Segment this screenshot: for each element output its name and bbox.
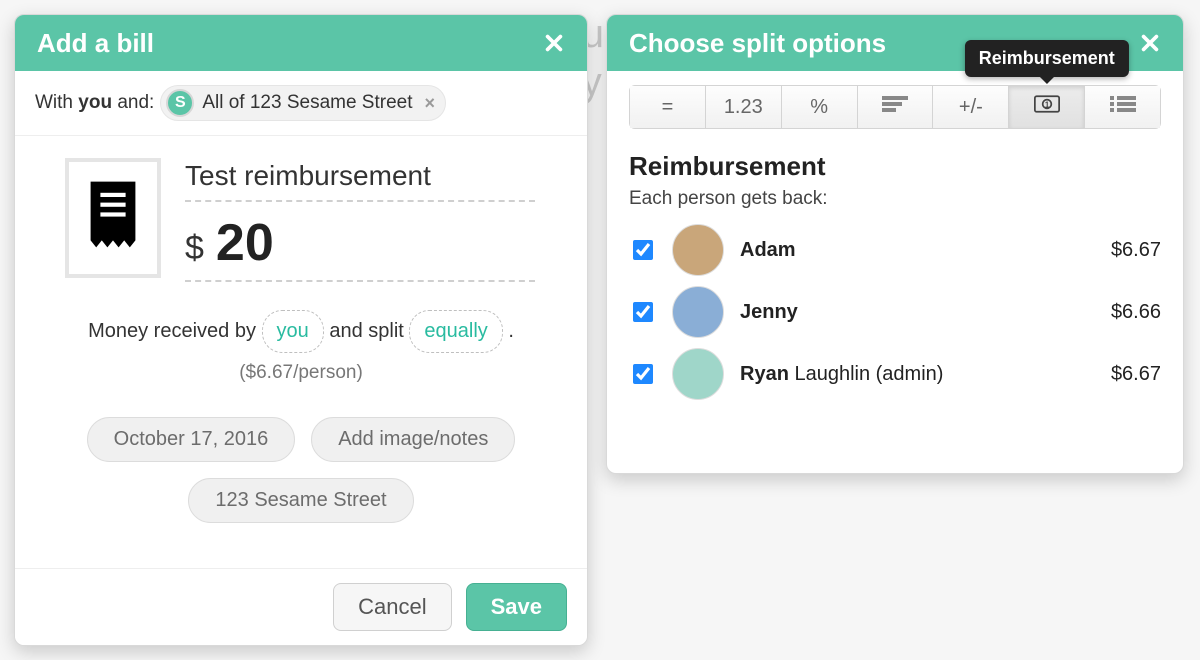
person-row: Jenny $6.66 bbox=[629, 286, 1161, 338]
with-row: With you and: S All of 123 Sesame Street… bbox=[15, 71, 587, 136]
group-chip-label: All of 123 Sesame Street bbox=[202, 92, 412, 114]
seg-tooltip: Reimbursement bbox=[965, 40, 1129, 77]
notes-button[interactable]: Add image/notes bbox=[311, 417, 515, 462]
date-button[interactable]: October 17, 2016 bbox=[87, 417, 296, 462]
person-amount: $6.66 bbox=[1111, 301, 1161, 324]
people-list: Adam $6.67 Jenny $6.66 Ryan Laughlin (admin)… bbox=[629, 224, 1161, 400]
category-icon[interactable] bbox=[65, 158, 161, 278]
amount-row: $ bbox=[185, 212, 535, 282]
person-name: Ryan Laughlin (admin) bbox=[740, 363, 1095, 386]
section-title: Reimbursement bbox=[629, 151, 1161, 182]
avatar bbox=[672, 348, 724, 400]
seg-equal[interactable]: = bbox=[630, 86, 706, 128]
bill-main: $ bbox=[15, 136, 587, 282]
currency-symbol: $ bbox=[185, 229, 204, 274]
close-icon[interactable] bbox=[539, 28, 569, 58]
avatar bbox=[672, 286, 724, 338]
avatar bbox=[672, 224, 724, 276]
split-method-button[interactable]: equally bbox=[409, 310, 502, 353]
shares-icon bbox=[882, 94, 908, 120]
person-name: Adam bbox=[740, 239, 1095, 262]
payer-button[interactable]: you bbox=[262, 310, 324, 353]
close-icon[interactable] bbox=[1135, 28, 1165, 58]
seg-adjust[interactable]: +/- bbox=[933, 86, 1009, 128]
split-options-dialog: Choose split options = 1.23 % +/- 1 Reim… bbox=[606, 14, 1184, 474]
person-checkbox[interactable] bbox=[633, 240, 653, 260]
per-person-label: ($6.67/person) bbox=[15, 355, 587, 391]
person-amount: $6.67 bbox=[1111, 363, 1161, 386]
group-button[interactable]: 123 Sesame Street bbox=[188, 478, 413, 523]
group-avatar-icon: S bbox=[166, 89, 194, 117]
person-row: Adam $6.67 bbox=[629, 224, 1161, 276]
remove-chip-icon[interactable]: × bbox=[421, 93, 436, 114]
description-input[interactable] bbox=[185, 158, 535, 202]
svg-text:1: 1 bbox=[1045, 100, 1050, 109]
person-checkbox[interactable] bbox=[633, 302, 653, 322]
add-bill-title: Add a bill bbox=[37, 28, 539, 59]
amount-input[interactable] bbox=[214, 212, 414, 274]
person-checkbox[interactable] bbox=[633, 364, 653, 384]
seg-exact[interactable]: 1.23 bbox=[706, 86, 782, 128]
seg-reimbursement[interactable]: 1 Reimbursement bbox=[1009, 86, 1085, 128]
split-type-segmented: = 1.23 % +/- 1 Reimbursement bbox=[629, 85, 1161, 129]
person-amount: $6.67 bbox=[1111, 239, 1161, 262]
with-label: With you and: bbox=[35, 92, 154, 114]
cancel-button[interactable]: Cancel bbox=[333, 583, 451, 631]
person-row: Ryan Laughlin (admin) $6.67 bbox=[629, 348, 1161, 400]
group-chip[interactable]: S All of 123 Sesame Street × bbox=[160, 85, 446, 121]
meta-pills: October 17, 2016 Add image/notes 123 Ses… bbox=[55, 417, 547, 523]
money-icon: 1 bbox=[1034, 94, 1060, 120]
split-sentence: Money received by you and split equally … bbox=[15, 310, 587, 391]
list-icon bbox=[1110, 94, 1136, 120]
seg-percent[interactable]: % bbox=[782, 86, 858, 128]
add-bill-footer: Cancel Save bbox=[15, 568, 587, 645]
add-bill-dialog: Add a bill With you and: S All of 123 Se… bbox=[14, 14, 588, 646]
seg-itemized[interactable] bbox=[1085, 86, 1160, 128]
seg-shares[interactable] bbox=[858, 86, 934, 128]
section-subtitle: Each person gets back: bbox=[629, 188, 1161, 210]
add-bill-header: Add a bill bbox=[15, 15, 587, 71]
save-button[interactable]: Save bbox=[466, 583, 567, 631]
person-name: Jenny bbox=[740, 301, 1095, 324]
